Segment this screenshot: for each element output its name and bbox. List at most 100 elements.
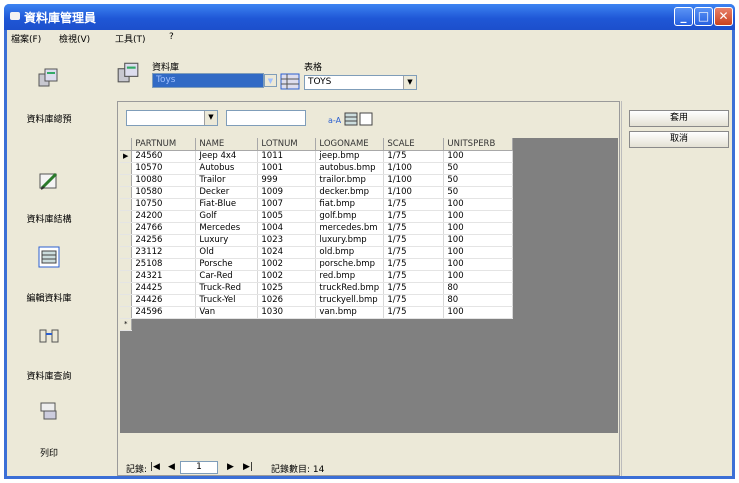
table-cell[interactable]: 24560	[131, 150, 197, 163]
maximize-button[interactable]: □	[694, 7, 713, 26]
table-cell[interactable]: 1025	[257, 282, 317, 295]
table-row[interactable]: 10580 Decker 1009 decker.bmp 1/100 50	[120, 186, 514, 199]
table-cell[interactable]: Car-Red	[195, 270, 259, 283]
table-cell[interactable]: Golf	[195, 210, 259, 223]
first-record-button[interactable]: |◀	[150, 462, 160, 472]
table-cell[interactable]: golf.bmp	[315, 210, 385, 223]
table-cell[interactable]: 1/75	[383, 246, 445, 259]
new-record-row[interactable]: *	[120, 318, 513, 331]
table-cell[interactable]: Porsche	[195, 258, 259, 271]
column-header[interactable]: PARTNUM	[131, 138, 197, 151]
table-cell[interactable]: 1005	[257, 210, 317, 223]
table-cell[interactable]: 100	[443, 210, 514, 223]
table-cell[interactable]: 1026	[257, 294, 317, 307]
table-cell[interactable]: 1/75	[383, 282, 445, 295]
row-selector[interactable]	[120, 270, 133, 283]
table-cell[interactable]: 1/75	[383, 198, 445, 211]
table-row[interactable]: 23112 Old 1024 old.bmp 1/75 100	[120, 246, 514, 259]
table-cell[interactable]: old.bmp	[315, 246, 385, 259]
table-cell[interactable]: 100	[443, 270, 514, 283]
table-row[interactable]: ▶ 24560 Jeep 4x4 1011 jeep.bmp 1/75 100	[120, 150, 514, 163]
table-cell[interactable]: 100	[443, 246, 514, 259]
chevron-down-icon[interactable]: ▼	[204, 111, 217, 125]
table-cell[interactable]: 1011	[257, 150, 317, 163]
table-cell[interactable]: fiat.bmp	[315, 198, 385, 211]
chevron-down-icon[interactable]: ▼	[403, 76, 416, 89]
table-row[interactable]: 10750 Fiat-Blue 1007 fiat.bmp 1/75 100	[120, 198, 514, 211]
table-cell[interactable]: 1/75	[383, 210, 445, 223]
table-row[interactable]: 10570 Autobus 1001 autobus.bmp 1/100 50	[120, 162, 514, 175]
table-row[interactable]: 24200 Golf 1005 golf.bmp 1/75 100	[120, 210, 514, 223]
table-cell[interactable]: trailor.bmp	[315, 174, 385, 187]
table-cell[interactable]: Trailor	[195, 174, 259, 187]
table-cell[interactable]: Truck-Red	[195, 282, 259, 295]
table-cell[interactable]: 1007	[257, 198, 317, 211]
row-selector[interactable]: ▶	[120, 150, 133, 163]
column-header[interactable]: LOTNUM	[257, 138, 317, 151]
table-row[interactable]: 10080 Trailor 999 trailor.bmp 1/100 50	[120, 174, 514, 187]
row-selector[interactable]	[120, 246, 133, 259]
table-cell[interactable]: Luxury	[195, 234, 259, 247]
row-selector[interactable]	[120, 210, 133, 223]
table-cell[interactable]: 100	[443, 150, 514, 163]
column-header[interactable]: LOGONAME	[315, 138, 385, 151]
sort-icon[interactable]: a-A	[328, 112, 342, 126]
table-row[interactable]: 25108 Porsche 1002 porsche.bmp 1/75 100	[120, 258, 514, 271]
row-selector[interactable]	[120, 306, 133, 319]
row-selector[interactable]	[120, 174, 133, 187]
form-view-icon[interactable]	[359, 112, 373, 126]
table-cell[interactable]: 10580	[131, 186, 197, 199]
table-row[interactable]: 24321 Car-Red 1002 red.bmp 1/75 100	[120, 270, 514, 283]
table-cell[interactable]: 10080	[131, 174, 197, 187]
minimize-button[interactable]: _	[674, 7, 693, 26]
cancel-button[interactable]: 取消	[629, 131, 729, 148]
table-cell[interactable]: 24321	[131, 270, 197, 283]
table-cell[interactable]: Van	[195, 306, 259, 319]
table-row[interactable]: 24426 Truck-Yel 1026 truckyell.bmp 1/75 80	[120, 294, 514, 307]
close-button[interactable]: ✕	[714, 7, 733, 26]
table-cell[interactable]: 24256	[131, 234, 197, 247]
apply-button[interactable]: 套用	[629, 110, 729, 127]
table-cell[interactable]: 24200	[131, 210, 197, 223]
record-number-input[interactable]: 1	[180, 461, 218, 474]
table-cell[interactable]: 80	[443, 282, 514, 295]
table-cell[interactable]: red.bmp	[315, 270, 385, 283]
menu-help[interactable]: ?	[169, 32, 174, 42]
table-cell[interactable]: decker.bmp	[315, 186, 385, 199]
table-cell[interactable]: 100	[443, 222, 514, 235]
chevron-down-icon[interactable]: ▼	[264, 74, 277, 87]
table-cell[interactable]: 24596	[131, 306, 197, 319]
title-bar[interactable]: 資料庫管理員 _ □ ✕	[4, 4, 735, 30]
field-filter-select[interactable]: ▼	[126, 110, 218, 126]
table-cell[interactable]: 1024	[257, 246, 317, 259]
table-cell[interactable]: 24426	[131, 294, 197, 307]
row-selector[interactable]	[120, 162, 133, 175]
table-cell[interactable]: 1/75	[383, 270, 445, 283]
table-cell[interactable]: Truck-Yel	[195, 294, 259, 307]
table-cell[interactable]: 50	[443, 162, 514, 175]
table-row[interactable]: 24766 Mercedes 1004 mercedes.bm 1/75 100	[120, 222, 514, 235]
table-cell[interactable]: 23112	[131, 246, 197, 259]
table-cell[interactable]: luxury.bmp	[315, 234, 385, 247]
table-cell[interactable]: jeep.bmp	[315, 150, 385, 163]
table-cell[interactable]: mercedes.bm	[315, 222, 385, 235]
table-cell[interactable]: Fiat-Blue	[195, 198, 259, 211]
row-selector[interactable]	[120, 282, 133, 295]
table-cell[interactable]: truckRed.bmp	[315, 282, 385, 295]
table-cell[interactable]: 100	[443, 234, 514, 247]
table-cell[interactable]: 10570	[131, 162, 197, 175]
table-cell[interactable]: 1/100	[383, 186, 445, 199]
table-cell[interactable]: truckyell.bmp	[315, 294, 385, 307]
table-cell[interactable]: 1001	[257, 162, 317, 175]
table-cell[interactable]: 100	[443, 306, 514, 319]
next-record-button[interactable]: ▶	[227, 462, 234, 472]
table-cell[interactable]: 1/100	[383, 174, 445, 187]
table-cell[interactable]: Jeep 4x4	[195, 150, 259, 163]
table-cell[interactable]: 25108	[131, 258, 197, 271]
table-cell[interactable]: 24766	[131, 222, 197, 235]
table-cell[interactable]: 1/75	[383, 234, 445, 247]
column-header[interactable]: SCALE	[383, 138, 445, 151]
table-cell[interactable]: 80	[443, 294, 514, 307]
column-header[interactable]: NAME	[195, 138, 259, 151]
column-header[interactable]: UNITSPERB	[443, 138, 514, 151]
